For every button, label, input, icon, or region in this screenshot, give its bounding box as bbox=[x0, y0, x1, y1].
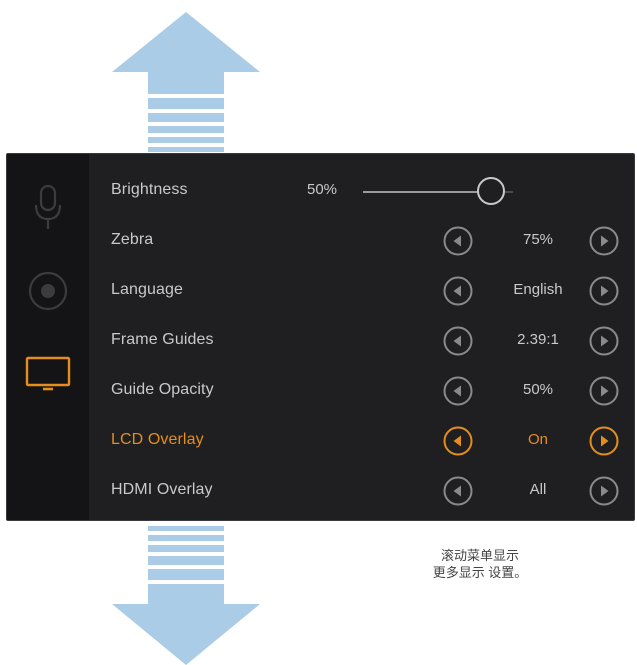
previous-option-button[interactable] bbox=[443, 426, 473, 456]
setting-label: Zebra bbox=[111, 231, 154, 248]
setting-row-hdmi-overlay: HDMI Overlay All bbox=[89, 467, 634, 517]
scroll-caption: 滚动菜单显示 更多显示 设置。 bbox=[420, 547, 540, 581]
previous-option-button[interactable] bbox=[443, 376, 473, 406]
setting-label: Guide Opacity bbox=[111, 381, 214, 398]
setting-label: Frame Guides bbox=[111, 331, 214, 348]
chevron-right-icon bbox=[589, 376, 619, 406]
previous-option-button[interactable] bbox=[443, 276, 473, 306]
previous-option-button[interactable] bbox=[443, 226, 473, 256]
chevron-left-icon bbox=[443, 326, 473, 356]
chevron-left-icon bbox=[443, 276, 473, 306]
setting-value: All bbox=[529, 481, 547, 498]
scroll-down-arrow-icon bbox=[112, 524, 260, 665]
chevron-right-icon bbox=[589, 276, 619, 306]
chevron-left-icon bbox=[443, 226, 473, 256]
caption-line-2: 更多显示 设置。 bbox=[432, 565, 528, 580]
next-option-button[interactable] bbox=[589, 426, 619, 456]
setting-value: 50% bbox=[522, 381, 554, 398]
setting-label: Brightness bbox=[111, 181, 188, 198]
previous-option-button[interactable] bbox=[443, 326, 473, 356]
setting-row-brightness: Brightness 50% bbox=[89, 167, 634, 217]
setting-value: English bbox=[513, 281, 563, 298]
setting-value: 75% bbox=[522, 231, 554, 248]
brightness-value: 50% bbox=[307, 181, 338, 198]
chevron-right-icon bbox=[589, 426, 619, 456]
record-icon bbox=[28, 271, 68, 311]
next-option-button[interactable] bbox=[589, 226, 619, 256]
menu-sidebar bbox=[7, 154, 89, 520]
caption-line-1: 滚动菜单显示 bbox=[440, 548, 519, 563]
next-option-button[interactable] bbox=[589, 326, 619, 356]
scroll-up-arrow-icon bbox=[112, 12, 260, 155]
settings-list: Brightness 50% Zebra 75% Language English Fr… bbox=[89, 154, 634, 520]
next-option-button[interactable] bbox=[589, 276, 619, 306]
chevron-left-icon bbox=[443, 426, 473, 456]
slider-handle[interactable] bbox=[476, 177, 505, 205]
chevron-left-icon bbox=[443, 376, 473, 406]
next-option-button[interactable] bbox=[589, 376, 619, 406]
slider-fill bbox=[363, 191, 491, 193]
setting-row-zebra: Zebra 75% bbox=[89, 217, 634, 267]
setting-value: 2.39:1 bbox=[517, 331, 559, 348]
monitor-icon bbox=[25, 356, 71, 391]
chevron-left-icon bbox=[443, 476, 473, 506]
setting-value: On bbox=[527, 431, 548, 448]
sidebar-tab-record[interactable] bbox=[7, 256, 89, 326]
chevron-right-icon bbox=[589, 476, 619, 506]
setting-label: Language bbox=[111, 281, 183, 298]
display-settings-panel: Brightness 50% Zebra 75% Language English Fr… bbox=[6, 153, 635, 521]
microphone-icon bbox=[34, 184, 62, 229]
brightness-slider[interactable] bbox=[363, 177, 513, 207]
setting-row-language: Language English bbox=[89, 267, 634, 317]
setting-row-lcd-overlay: LCD Overlay On bbox=[89, 417, 634, 467]
chevron-right-icon bbox=[589, 326, 619, 356]
sidebar-tab-audio[interactable] bbox=[7, 172, 89, 242]
next-option-button[interactable] bbox=[589, 476, 619, 506]
setting-row-frame-guides: Frame Guides 2.39:1 bbox=[89, 317, 634, 367]
sidebar-tab-display[interactable] bbox=[7, 340, 89, 410]
chevron-right-icon bbox=[589, 226, 619, 256]
setting-label: HDMI Overlay bbox=[111, 481, 213, 498]
previous-option-button[interactable] bbox=[443, 476, 473, 506]
setting-row-guide-opacity: Guide Opacity 50% bbox=[89, 367, 634, 417]
setting-label: LCD Overlay bbox=[111, 431, 204, 448]
